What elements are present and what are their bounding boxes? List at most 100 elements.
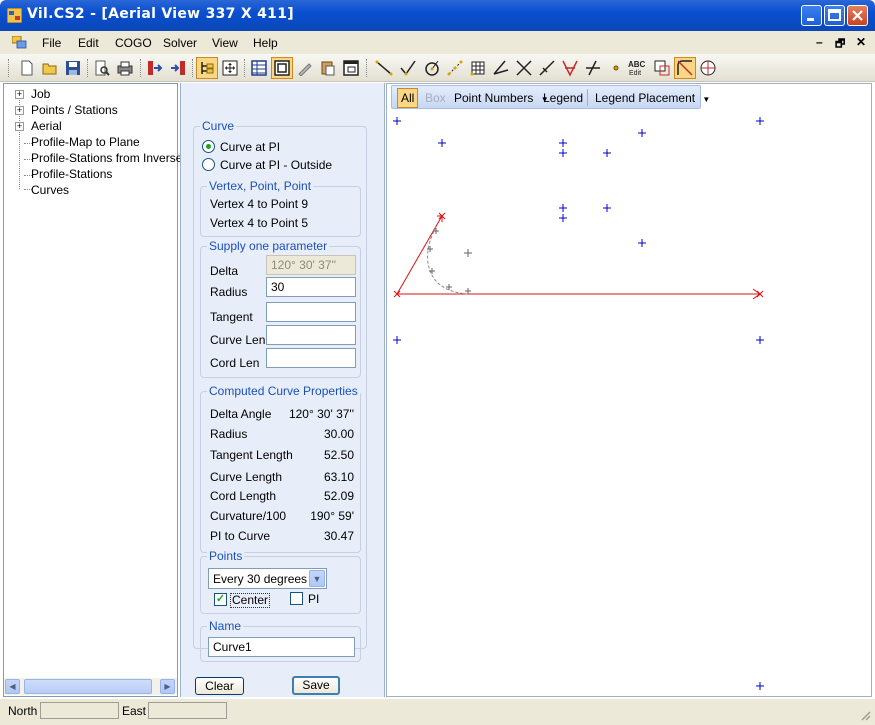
print-icon[interactable]	[114, 57, 136, 79]
save-icon[interactable]	[62, 57, 84, 79]
point-marker[interactable]	[559, 149, 567, 157]
tree-item-label[interactable]: Profile-Map to Plane	[31, 135, 140, 149]
check-line-icon[interactable]	[397, 57, 419, 79]
vertex-group-title: Vertex, Point, Point	[207, 179, 314, 193]
drawing-svg[interactable]	[387, 84, 871, 696]
tree-item-label[interactable]: Curves	[31, 183, 69, 197]
tree-item-label[interactable]: Points / Stations	[31, 103, 118, 117]
point-marker[interactable]	[638, 129, 646, 137]
tree-horizontal-scrollbar[interactable]: ◀ ▶	[4, 678, 177, 695]
tree-item-label[interactable]: Profile-Stations from Inverse	[31, 151, 182, 165]
save-button[interactable]: Save	[292, 676, 340, 695]
points-interval-select[interactable]: Every 30 degrees ▼	[208, 568, 327, 589]
paste-icon[interactable]	[317, 57, 339, 79]
tree-item-label[interactable]: Profile-Stations	[31, 167, 112, 181]
name-group: Name Curve1	[200, 619, 361, 662]
layout-icon[interactable]	[271, 57, 293, 79]
grid-icon[interactable]	[248, 57, 270, 79]
offset-icon[interactable]	[582, 57, 604, 79]
export-icon[interactable]	[167, 57, 189, 79]
tangent-input[interactable]	[266, 302, 356, 322]
tangent-length-label: Tangent Length	[210, 448, 293, 462]
traverse-icon[interactable]	[536, 57, 558, 79]
pen-icon[interactable]	[294, 57, 316, 79]
computed-group-title: Computed Curve Properties	[207, 384, 360, 398]
radio-curve-at-pi[interactable]	[202, 140, 215, 153]
tree-view-icon[interactable]	[196, 57, 218, 79]
point-marker[interactable]	[438, 139, 446, 147]
expand-icon[interactable]: +	[15, 106, 24, 115]
point-numbers-dropdown[interactable]: Point Numbers ▼	[454, 91, 549, 105]
radius-input[interactable]: 30	[266, 277, 356, 297]
center-checkbox[interactable]: ✓	[214, 593, 227, 606]
point-marker[interactable]	[756, 682, 764, 690]
table-icon[interactable]	[467, 57, 489, 79]
zoom-icon[interactable]	[651, 57, 673, 79]
print-preview-icon[interactable]	[91, 57, 113, 79]
import-icon[interactable]	[144, 57, 166, 79]
all-button[interactable]: All	[397, 88, 419, 108]
legend-button[interactable]: Legend	[543, 91, 583, 105]
point-marker[interactable]	[559, 214, 567, 222]
point-marker[interactable]	[393, 117, 401, 125]
legend-placement-dropdown[interactable]: Legend Placement ▼	[595, 91, 710, 105]
fit-view-icon[interactable]	[219, 57, 241, 79]
aerial-view-canvas[interactable]	[386, 83, 872, 697]
globe-icon[interactable]	[697, 57, 719, 79]
scroll-thumb[interactable]	[24, 679, 152, 694]
menu-bar: File Edit COGO Solver View Help – 🗗 ✕	[0, 31, 875, 54]
pi-checkbox-label[interactable]: PI	[308, 592, 319, 606]
expand-icon[interactable]: +	[15, 122, 24, 131]
cord-len-input[interactable]	[266, 348, 356, 368]
new-icon[interactable]	[16, 57, 38, 79]
close-button[interactable]	[847, 5, 868, 26]
menu-file[interactable]: File	[42, 36, 61, 50]
tree-item-label[interactable]: Aerial	[31, 119, 62, 133]
radio-curve-at-pi-outside-label[interactable]: Curve at PI - Outside	[220, 158, 332, 172]
clear-button[interactable]: Clear	[195, 677, 244, 695]
scroll-right-icon[interactable]: ▶	[160, 679, 175, 694]
curve-tool-icon[interactable]	[674, 57, 696, 79]
point-marker[interactable]	[756, 336, 764, 344]
expand-icon[interactable]: +	[15, 90, 24, 99]
minimize-button[interactable]	[801, 5, 822, 26]
menu-view[interactable]: View	[212, 36, 238, 50]
scroll-left-icon[interactable]: ◀	[5, 679, 20, 694]
dots-icon[interactable]	[444, 57, 466, 79]
mdi-minimize-button[interactable]: –	[816, 35, 823, 49]
line-icon[interactable]	[373, 57, 395, 79]
point-marker[interactable]	[603, 149, 611, 157]
curve-len-input[interactable]	[266, 325, 356, 345]
circle-tool-icon[interactable]	[421, 57, 443, 79]
delta-input: 120° 30' 37''	[266, 255, 356, 275]
point-marker[interactable]	[603, 204, 611, 212]
radio-curve-at-pi-label[interactable]: Curve at PI	[220, 140, 280, 154]
menu-solver[interactable]: Solver	[163, 36, 197, 50]
document-icon[interactable]	[12, 36, 27, 49]
abc-edit-icon[interactable]: ABC Edit	[627, 57, 649, 79]
menu-edit[interactable]: Edit	[78, 36, 99, 50]
radio-curve-at-pi-outside[interactable]	[202, 158, 215, 171]
menu-help[interactable]: Help	[253, 36, 278, 50]
center-checkbox-label[interactable]: Center	[230, 593, 271, 608]
intersect-icon[interactable]	[513, 57, 535, 79]
point-marker[interactable]	[393, 336, 401, 344]
maximize-button[interactable]	[824, 5, 845, 26]
point-marker[interactable]	[559, 204, 567, 212]
point-icon[interactable]	[605, 57, 627, 79]
tree-item-label[interactable]: Job	[31, 87, 50, 101]
menu-cogo[interactable]: COGO	[115, 36, 152, 50]
point-marker[interactable]	[559, 139, 567, 147]
point-marker[interactable]	[756, 117, 764, 125]
split-icon[interactable]	[559, 57, 581, 79]
angle-icon[interactable]	[490, 57, 512, 79]
chevron-down-icon[interactable]: ▼	[309, 570, 325, 587]
resize-grip-icon[interactable]	[859, 709, 871, 721]
pi-checkbox[interactable]	[290, 592, 303, 605]
mdi-close-button[interactable]: ✕	[856, 35, 866, 49]
window-icon[interactable]	[340, 57, 362, 79]
open-icon[interactable]	[39, 57, 61, 79]
curve-name-input[interactable]: Curve1	[208, 637, 355, 657]
mdi-restore-button[interactable]: 🗗	[835, 35, 845, 54]
point-marker[interactable]	[638, 239, 646, 247]
